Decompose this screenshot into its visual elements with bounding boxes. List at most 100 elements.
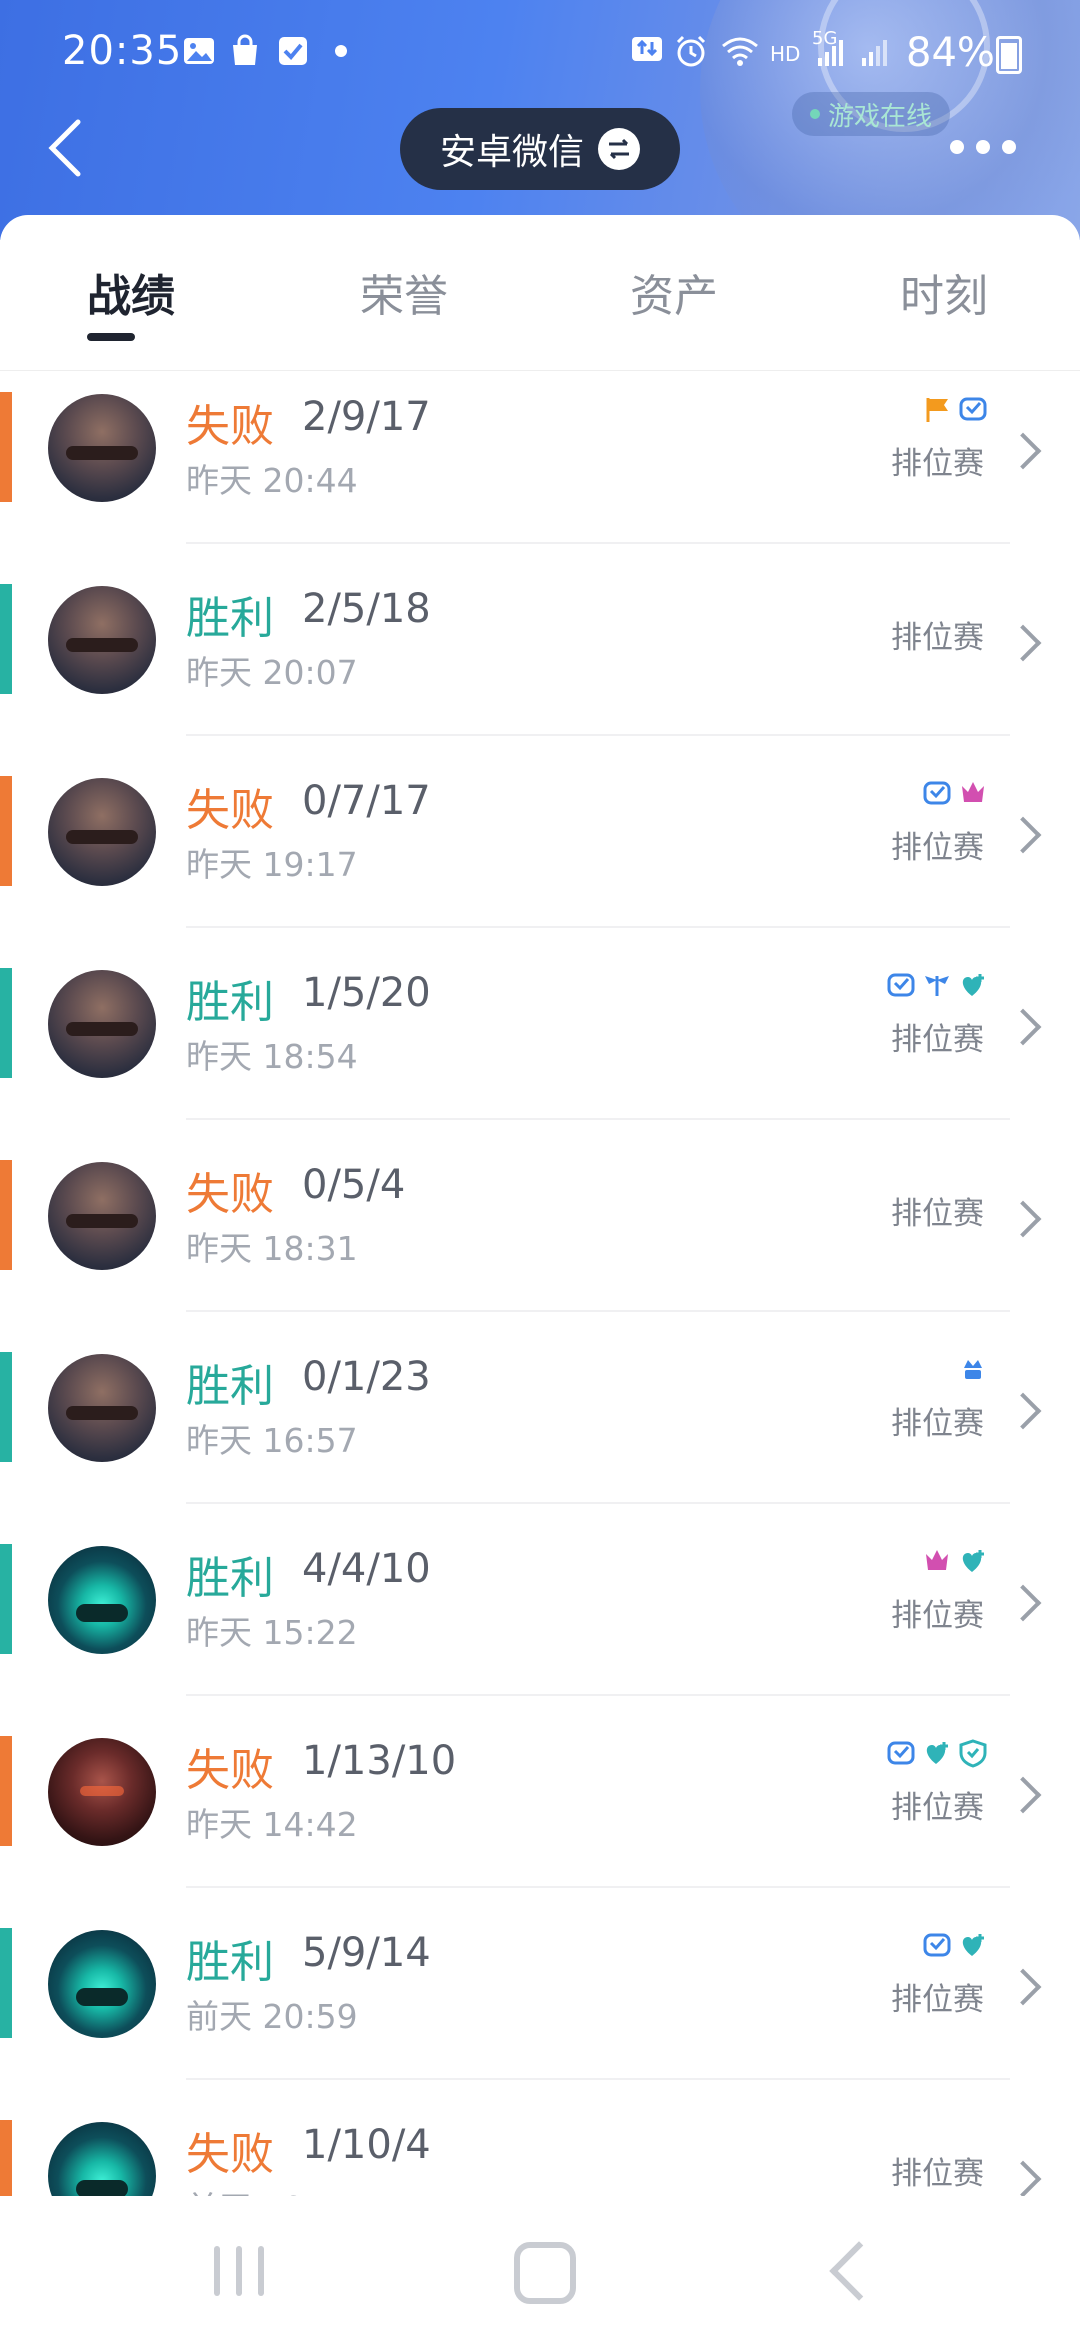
match-mode: 排位赛: [891, 1790, 984, 1826]
system-back-icon[interactable]: [829, 2241, 889, 2301]
dot-icon: [335, 45, 347, 57]
screen: 20:35 HD 5G 84% 安卓微信 游戏在线 战绩 荣誉 资产 时刻 失败…: [0, 0, 1080, 2340]
hero-avatar: [48, 586, 156, 694]
match-row[interactable]: 胜利 2/5/18 昨天 20:07 排位赛: [0, 544, 1080, 736]
wifi-icon: [722, 37, 758, 66]
heart-plus-icon: [962, 1934, 984, 1956]
account-switcher[interactable]: 安卓微信: [400, 108, 680, 190]
match-result: 失败: [186, 401, 274, 452]
result-marker: [0, 1928, 12, 2038]
match-kda: 0/7/17: [302, 778, 431, 824]
result-marker: [0, 392, 12, 502]
match-result: 失败: [186, 1169, 274, 1220]
back-arrow-icon[interactable]: [44, 118, 88, 178]
match-row[interactable]: 失败 2/9/17 昨天 20:44 排位赛: [0, 372, 1080, 544]
match-result: 胜利: [186, 977, 274, 1028]
online-status-label: 游戏在线: [828, 101, 933, 132]
hero-avatar: [48, 1162, 156, 1270]
achievement-badges: [886, 970, 988, 1000]
match-kda: 1/10/4: [302, 2122, 431, 2168]
hero-avatar: [48, 1930, 156, 2038]
demon-icon: [962, 782, 984, 802]
match-row[interactable]: 胜利 5/9/14 前天 20:59 排位赛: [0, 1888, 1080, 2080]
more-options-icon[interactable]: [950, 140, 1020, 156]
hero-avatar: [48, 394, 156, 502]
online-status-badge: 游戏在线: [792, 92, 951, 136]
match-list: 失败 2/9/17 昨天 20:44 排位赛 胜利 2/5/18 昨天 20:07 排位赛 失败…: [0, 372, 1080, 2196]
heart-plus-icon: [962, 974, 984, 996]
battery-percent: 84%: [906, 30, 995, 76]
demon-icon: [926, 1550, 948, 1570]
gallery-icon: [184, 38, 214, 64]
match-time: 昨天 19:17: [186, 845, 358, 884]
hero-avatar: [48, 778, 156, 886]
tab-honor[interactable]: 荣誉: [360, 260, 448, 324]
hero-avatar: [48, 1738, 156, 1846]
hero-avatar: [48, 1546, 156, 1654]
chevron-right-icon: [1004, 1584, 1042, 1622]
match-result: 胜利: [186, 1553, 274, 1604]
active-tab-indicator: [87, 333, 135, 341]
achievement-badges: [886, 1738, 988, 1768]
match-time: 昨天 18:54: [186, 1037, 358, 1076]
match-mode: 排位赛: [891, 620, 984, 656]
chevron-right-icon: [1004, 432, 1042, 470]
chevron-right-icon: [1004, 1968, 1042, 2006]
match-row[interactable]: 胜利 0/1/23 昨天 16:57 排位赛: [0, 1312, 1080, 1504]
chevron-right-icon: [1004, 816, 1042, 854]
match-kda: 2/5/18: [302, 586, 431, 632]
match-kda: 4/4/10: [302, 1546, 431, 1592]
match-mode: 排位赛: [891, 1022, 984, 1058]
chevron-right-icon: [1004, 1392, 1042, 1430]
mvp-icon: [923, 781, 951, 805]
crown-icon: [964, 1360, 982, 1379]
hd-indicator: HD: [770, 42, 801, 66]
match-kda: 0/5/4: [302, 1162, 406, 1208]
match-row[interactable]: 失败 0/5/4 昨天 18:31 排位赛: [0, 1120, 1080, 1312]
chevron-right-icon: [1004, 1776, 1042, 1814]
match-time: 昨天 18:31: [186, 1229, 358, 1268]
home-icon[interactable]: [514, 2242, 576, 2304]
match-time: 前天 20:59: [186, 1997, 358, 2036]
hero-avatar: [48, 2122, 156, 2196]
match-result: 胜利: [186, 593, 274, 644]
account-label: 安卓微信: [439, 132, 584, 173]
result-marker: [0, 1160, 12, 1270]
system-nav-bar: [0, 2196, 1080, 2340]
match-row[interactable]: 胜利 4/4/10 昨天 15:22 排位赛: [0, 1504, 1080, 1696]
tab-records[interactable]: 战绩: [87, 260, 175, 324]
heart-plus-icon: [962, 1550, 984, 1572]
match-row[interactable]: 胜利 1/5/20 昨天 18:54 排位赛: [0, 928, 1080, 1120]
match-result: 胜利: [186, 1361, 274, 1412]
result-marker: [0, 2120, 12, 2196]
match-row[interactable]: 失败 1/13/10 昨天 14:42 排位赛: [0, 1696, 1080, 1888]
match-row[interactable]: 失败 0/7/17 昨天 19:17 排位赛: [0, 736, 1080, 928]
match-kda: 1/5/20: [302, 970, 431, 1016]
heart-plus-icon: [926, 1742, 948, 1764]
match-mode: 排位赛: [891, 2156, 984, 2192]
alarm-icon: [676, 35, 706, 67]
result-marker: [0, 1352, 12, 1462]
chevron-right-icon: [1004, 1008, 1042, 1046]
match-mode: 排位赛: [891, 1982, 984, 2018]
achievement-badges: [958, 1354, 988, 1384]
signal-icon: [818, 40, 843, 66]
mvp-icon: [923, 1933, 951, 1957]
tab-assets[interactable]: 资产: [630, 260, 718, 324]
match-mode: 排位赛: [891, 830, 984, 866]
data-transfer-icon: [632, 37, 662, 61]
match-kda: 1/13/10: [302, 1738, 457, 1784]
match-kda: 5/9/14: [302, 1930, 431, 1976]
mvp-icon: [959, 397, 987, 421]
tab-bar: 战绩 荣誉 资产 时刻: [0, 215, 1080, 371]
match-mode: 排位赛: [891, 1196, 984, 1232]
match-time: 昨天 16:57: [186, 1421, 358, 1460]
tab-moments[interactable]: 时刻: [900, 260, 988, 324]
recent-apps-icon[interactable]: [214, 2246, 264, 2296]
online-dot: [810, 109, 820, 119]
shield-icon: [959, 1739, 987, 1768]
match-row[interactable]: 失败 1/10/4 前天 19:45 排位赛: [0, 2080, 1080, 2196]
match-mode: 排位赛: [891, 446, 984, 482]
match-time: 昨天 20:07: [186, 653, 358, 692]
result-marker: [0, 776, 12, 886]
